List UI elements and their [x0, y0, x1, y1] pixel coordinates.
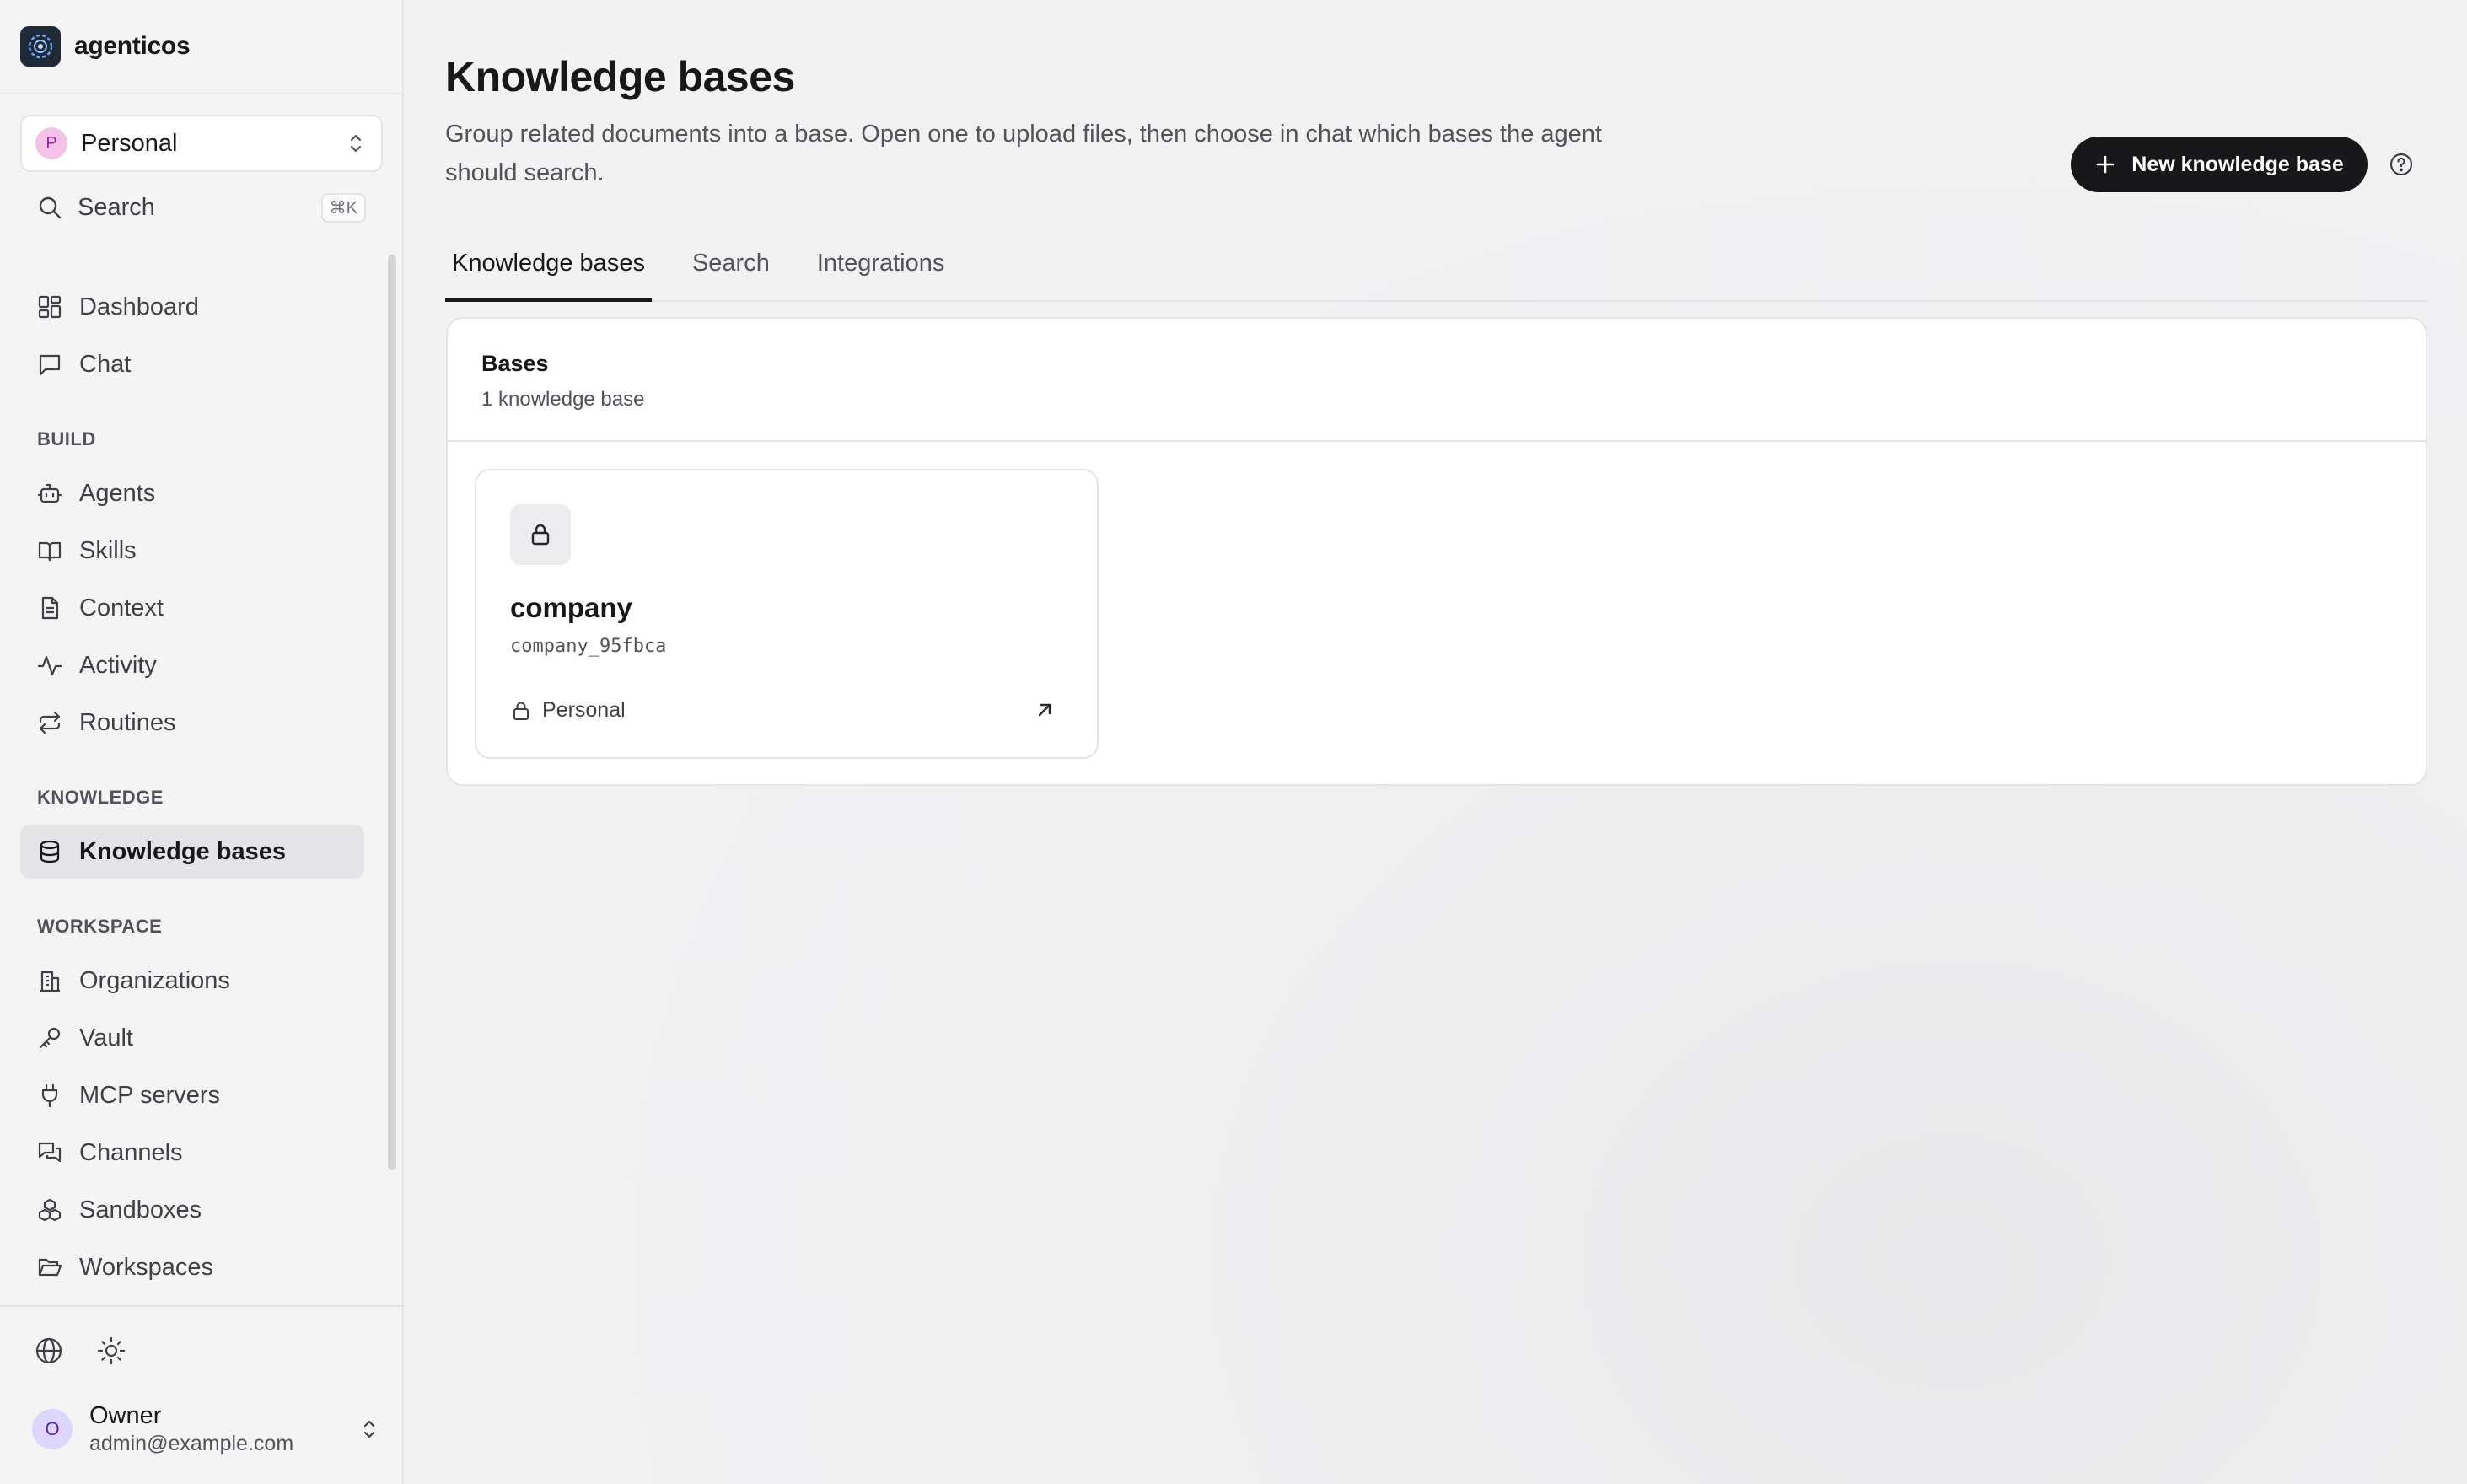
sidebar-item-context[interactable]: Context — [20, 581, 364, 635]
sidebar-item-label: Routines — [79, 708, 176, 736]
tab-search[interactable]: Search — [685, 238, 777, 302]
sidebar-item-label: Knowledge bases — [79, 837, 286, 865]
sidebar-item-activity[interactable]: Activity — [20, 638, 364, 692]
sidebar-item-routines[interactable]: Routines — [20, 696, 364, 750]
bases-count: 1 knowledge base — [481, 388, 645, 411]
sidebar-scrollbar[interactable] — [388, 255, 396, 1170]
sidebar-item-mcp-servers[interactable]: MCP servers — [20, 1068, 364, 1122]
section-label-knowledge: KNOWLEDGE — [37, 787, 164, 808]
section-label-build: BUILD — [37, 428, 96, 449]
user-menu[interactable]: O Owner admin@example.com — [32, 1400, 378, 1459]
sidebar-item-label: Organizations — [79, 966, 230, 994]
page-title: Knowledge bases — [445, 53, 795, 100]
sidebar-item-workspaces[interactable]: Workspaces — [20, 1240, 364, 1294]
sidebar-search[interactable]: Search ⌘K — [20, 187, 366, 228]
plus-icon — [2096, 155, 2115, 174]
bases-title: Bases — [481, 351, 549, 376]
sidebar-item-label: Activity — [79, 651, 157, 679]
sidebar-item-label: Vault — [79, 1024, 133, 1051]
help-circle-icon[interactable] — [2389, 152, 2414, 177]
boxes-icon — [38, 1198, 62, 1222]
plug-icon — [41, 1083, 58, 1108]
sidebar-item-label: MCP servers — [79, 1081, 221, 1109]
sidebar-item-label: Context — [79, 594, 164, 621]
app-logo-icon — [20, 26, 61, 67]
knowledge-base-tile[interactable]: company company_95fbca Personal — [475, 469, 1099, 759]
sidebar-item-vault[interactable]: Vault — [20, 1011, 364, 1065]
tab-integrations[interactable]: Integrations — [810, 238, 952, 302]
search-icon — [39, 196, 62, 219]
building-icon — [40, 971, 60, 992]
sidebar-item-label: Sandboxes — [79, 1196, 202, 1223]
sun-icon[interactable] — [96, 1336, 126, 1366]
book-icon — [38, 541, 62, 562]
bases-card: Bases 1 knowledge base company company_9… — [446, 317, 2427, 786]
chevrons-up-down-icon — [350, 134, 362, 153]
sidebar-footer-actions — [34, 1336, 126, 1366]
user-info: Owner admin@example.com — [89, 1402, 344, 1456]
kb-name: company — [510, 592, 632, 623]
tab-knowledge-bases[interactable]: Knowledge bases — [445, 238, 652, 302]
divider — [0, 93, 402, 94]
sidebar: agenticos P Personal Search ⌘K Dashboard… — [0, 0, 404, 1484]
sidebar-item-knowledge-bases[interactable]: Knowledge bases — [20, 825, 364, 879]
chat-icon — [39, 354, 61, 376]
workspace-avatar: P — [35, 127, 67, 159]
sidebar-item-label: Channels — [79, 1138, 183, 1166]
user-email: admin@example.com — [89, 1432, 294, 1455]
kb-id: company_95fbca — [510, 636, 667, 657]
search-shortcut: ⌘K — [320, 192, 366, 223]
messages-icon — [38, 1142, 62, 1163]
activity-icon — [37, 655, 62, 676]
sidebar-item-sandboxes[interactable]: Sandboxes — [20, 1183, 364, 1237]
sidebar-item-label: Dashboard — [79, 293, 199, 320]
workspace-switcher[interactable]: P Personal — [20, 115, 383, 172]
globe-icon[interactable] — [34, 1336, 64, 1366]
divider — [448, 440, 2426, 442]
sidebar-item-label: Skills — [79, 536, 137, 564]
kb-scope: Personal — [510, 698, 626, 723]
sidebar-item-skills[interactable]: Skills — [20, 524, 364, 578]
arrow-up-right-icon[interactable] — [1033, 698, 1056, 722]
workspace-name: Personal — [81, 129, 178, 157]
sidebar-item-agents[interactable]: Agents — [20, 466, 364, 520]
lock-icon — [531, 524, 550, 546]
brand[interactable]: agenticos — [20, 25, 191, 67]
sidebar-item-label: Workspaces — [79, 1253, 214, 1281]
chevrons-up-down-icon — [363, 1420, 375, 1438]
kb-scope-label: Personal — [542, 698, 626, 722]
folder-open-icon — [38, 1258, 62, 1277]
user-name: Owner — [89, 1402, 162, 1429]
divider — [0, 1305, 402, 1307]
sidebar-item-channels[interactable]: Channels — [20, 1126, 364, 1180]
search-label: Search — [78, 193, 155, 221]
file-icon — [41, 596, 59, 620]
dashboard-icon — [38, 295, 62, 319]
bot-icon — [37, 483, 62, 503]
tab-bar: Knowledge bases Search Integrations — [445, 238, 2428, 302]
avatar: O — [32, 1409, 73, 1449]
sidebar-item-organizations[interactable]: Organizations — [20, 954, 364, 1008]
key-icon — [39, 1027, 61, 1049]
sidebar-item-dashboard[interactable]: Dashboard — [20, 280, 364, 334]
database-icon — [40, 840, 60, 863]
lock-icon — [513, 702, 529, 720]
main-content: Knowledge bases Group related documents … — [404, 0, 2467, 1484]
app-name: agenticos — [74, 32, 191, 60]
sidebar-item-chat[interactable]: Chat — [20, 337, 364, 391]
repeat-icon — [39, 711, 61, 734]
new-button-label: New knowledge base — [2131, 152, 2344, 176]
sidebar-item-label: Chat — [79, 350, 132, 378]
sidebar-item-label: Agents — [79, 479, 156, 507]
page-subtitle: Group related documents into a base. Ope… — [445, 121, 1602, 186]
new-knowledge-base-button[interactable]: New knowledge base — [2071, 137, 2368, 192]
kb-icon-container — [510, 504, 571, 565]
section-label-workspace: WORKSPACE — [37, 916, 163, 937]
